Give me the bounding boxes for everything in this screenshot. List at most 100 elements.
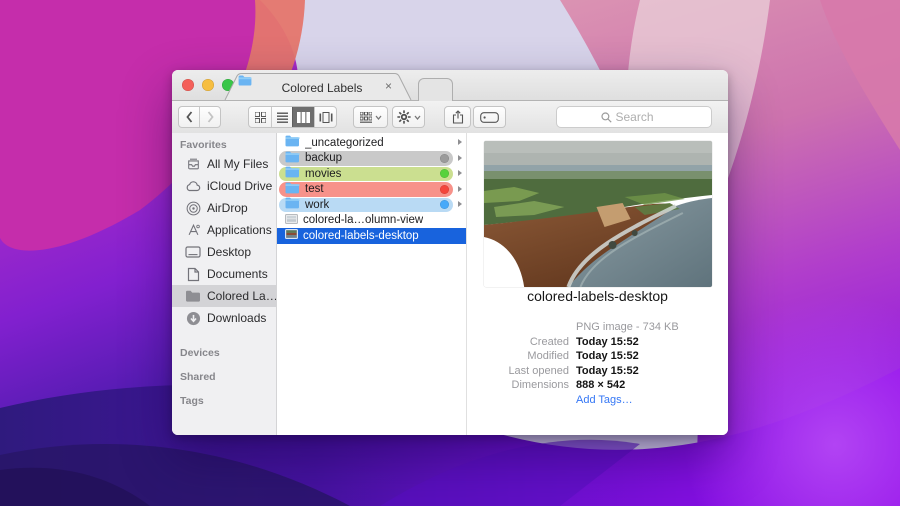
list-view-button[interactable]: [271, 107, 292, 127]
meta-value: Today 15:52: [576, 337, 720, 349]
close-window-button[interactable]: [182, 79, 194, 91]
new-tab-stub[interactable]: [418, 78, 453, 101]
file-row-backup[interactable]: backup: [277, 151, 466, 167]
sidebar: Favorites All My Files iCloud Drive: [172, 133, 277, 435]
sidebar-item-label: All My Files: [207, 157, 268, 171]
folder-icon: [285, 135, 300, 150]
sidebar-item-label: Desktop: [207, 245, 251, 259]
share-icon: [452, 110, 464, 124]
group-button[interactable]: [353, 106, 388, 128]
file-row-uncategorized[interactable]: _uncategorized: [277, 135, 466, 151]
meta-label: Dimensions: [469, 380, 569, 392]
sidebar-item-all-my-files[interactable]: All My Files: [172, 153, 276, 175]
finder-window: Colored Labels ×: [172, 70, 728, 435]
share-button[interactable]: [444, 106, 471, 128]
sidebar-item-label: iCloud Drive: [207, 179, 272, 193]
nav-buttons: [178, 106, 221, 128]
tab-bar: Colored Labels ×: [172, 70, 728, 101]
sidebar-header-tags[interactable]: Tags: [180, 395, 276, 409]
window-content: Favorites All My Files iCloud Drive: [172, 133, 728, 435]
meta-label: Modified: [469, 351, 569, 363]
tab-close-icon[interactable]: ×: [385, 80, 392, 92]
action-button[interactable]: [392, 106, 425, 128]
file-row-movies[interactable]: movies: [277, 166, 466, 182]
sidebar-item-desktop[interactable]: Desktop: [172, 241, 276, 263]
column-view-button[interactable]: [292, 107, 314, 127]
applications-icon: [185, 222, 201, 238]
file-row-work[interactable]: work: [277, 197, 466, 213]
folder-icon: [285, 151, 300, 166]
file-name: colored-labels-desktop: [303, 230, 419, 242]
list-view-icon: [277, 112, 288, 123]
search-field[interactable]: [556, 106, 712, 128]
back-button[interactable]: [179, 107, 199, 127]
sidebar-item-icloud-drive[interactable]: iCloud Drive: [172, 175, 276, 197]
file-row-test[interactable]: test: [277, 182, 466, 198]
meta-value: Today 15:52: [576, 351, 720, 363]
column-view-icon: [297, 112, 310, 123]
meta-label: [469, 322, 569, 334]
sidebar-item-applications[interactable]: Applications: [172, 219, 276, 241]
preview-filename: colored-labels-desktop: [467, 288, 728, 304]
file-name: test: [305, 183, 324, 195]
file-kind-size: PNG image - 734 KB: [576, 322, 720, 334]
file-name: colored-la…olumn-view: [303, 214, 423, 226]
search-input[interactable]: [616, 110, 668, 124]
file-column: _uncategorized backup: [277, 133, 466, 435]
sidebar-header-devices[interactable]: Devices: [180, 347, 276, 361]
icon-view-button[interactable]: [249, 107, 271, 127]
tag-icon: [480, 112, 499, 123]
file-row-column-view[interactable]: colored-la…olumn-view: [277, 213, 466, 229]
sidebar-item-label: AirDrop: [207, 201, 248, 215]
preview-image[interactable]: [484, 141, 712, 287]
add-tags-link[interactable]: Add Tags…: [576, 395, 720, 407]
chevron-down-icon: [414, 115, 421, 120]
file-row-colored-labels-desktop[interactable]: colored-labels-desktop: [277, 228, 466, 244]
meta-label: Last opened: [469, 366, 569, 378]
file-name: movies: [305, 168, 341, 180]
sidebar-item-label: Applications: [207, 223, 272, 237]
meta-value: Today 15:52: [576, 366, 720, 378]
chevron-down-icon: [375, 115, 382, 120]
file-name: work: [305, 199, 329, 211]
airdrop-icon: [185, 200, 201, 216]
tab-colored-labels[interactable]: Colored Labels ×: [224, 72, 412, 100]
coastal-photo: [484, 141, 712, 287]
disclosure-chevron-icon: [458, 139, 462, 145]
folder-icon: [185, 288, 201, 304]
gallery-view-button[interactable]: [314, 107, 336, 127]
view-switcher: [248, 106, 337, 128]
sidebar-item-label: Downloads: [207, 311, 266, 325]
icloud-drive-icon: [185, 178, 201, 194]
sidebar-item-downloads[interactable]: Downloads: [172, 307, 276, 329]
preview-pane: colored-labels-desktop PNG image - 734 K…: [466, 133, 728, 435]
downloads-icon: [185, 310, 201, 326]
disclosure-chevron-icon: [458, 155, 462, 161]
sidebar-item-colored-labels[interactable]: Colored La…: [172, 285, 276, 307]
gallery-view-icon: [319, 112, 333, 123]
forward-button[interactable]: [199, 107, 220, 127]
sidebar-spacer: [172, 329, 276, 341]
sidebar-header-shared[interactable]: Shared: [180, 371, 276, 385]
gear-icon: [397, 110, 411, 124]
file-name: _uncategorized: [305, 137, 384, 149]
back-chevron-icon: [186, 111, 193, 123]
image-file-icon: [285, 229, 298, 242]
sidebar-item-documents[interactable]: Documents: [172, 263, 276, 285]
folder-icon: [285, 197, 300, 212]
label-dot: [440, 154, 449, 163]
preview-metadata: PNG image - 734 KB Created Today 15:52 M…: [469, 322, 720, 406]
minimize-window-button[interactable]: [202, 79, 214, 91]
label-dot: [440, 185, 449, 194]
desktop: Colored Labels ×: [0, 0, 900, 506]
tab-title: Colored Labels: [282, 81, 363, 95]
documents-icon: [185, 266, 201, 282]
disclosure-chevron-icon: [458, 170, 462, 176]
icon-view-icon: [255, 112, 266, 123]
toolbar: [172, 101, 728, 134]
group-icon: [360, 112, 372, 123]
sidebar-item-airdrop[interactable]: AirDrop: [172, 197, 276, 219]
disclosure-chevron-icon: [458, 186, 462, 192]
desktop-icon: [185, 244, 201, 260]
tags-button[interactable]: [473, 106, 506, 128]
